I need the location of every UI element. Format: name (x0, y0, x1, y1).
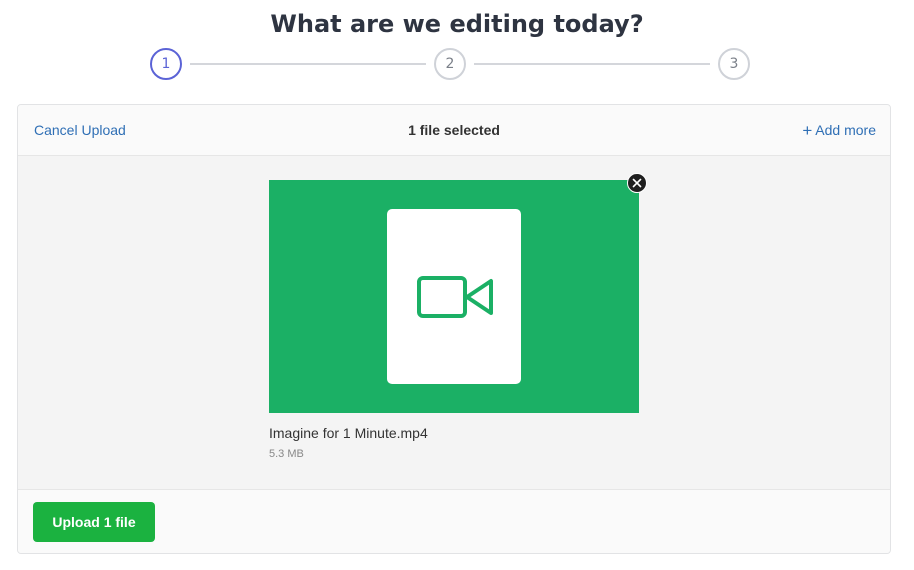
dashboard-footer: Upload 1 file (18, 489, 890, 553)
file-type-card (387, 209, 521, 384)
page-title: What are we editing today? (270, 10, 644, 38)
plus-icon: + (802, 121, 813, 140)
close-icon (632, 178, 642, 188)
file-size: 5.3 MB (269, 448, 304, 460)
remove-file-button[interactable] (627, 173, 647, 193)
dashboard-topbar: Cancel Upload 1 file selected + Add more (18, 105, 890, 156)
step-connector-1 (190, 63, 426, 65)
step-3[interactable]: 3 (718, 48, 750, 80)
step-2[interactable]: 2 (434, 48, 466, 80)
upload-button[interactable]: Upload 1 file (33, 502, 155, 542)
step-connector-2 (474, 63, 710, 65)
file-name: Imagine for 1 Minute.mp4 (269, 425, 428, 441)
selected-count-text: 1 file selected (408, 122, 500, 138)
add-more-button[interactable]: + Add more (802, 121, 876, 141)
step-1[interactable]: 1 (150, 48, 182, 80)
upload-dashboard: Cancel Upload 1 file selected + Add more … (17, 104, 891, 554)
video-camera-icon (417, 276, 493, 318)
add-more-label: Add more (815, 122, 876, 138)
file-thumbnail (269, 180, 639, 413)
stepper: 1 2 3 (0, 48, 914, 82)
